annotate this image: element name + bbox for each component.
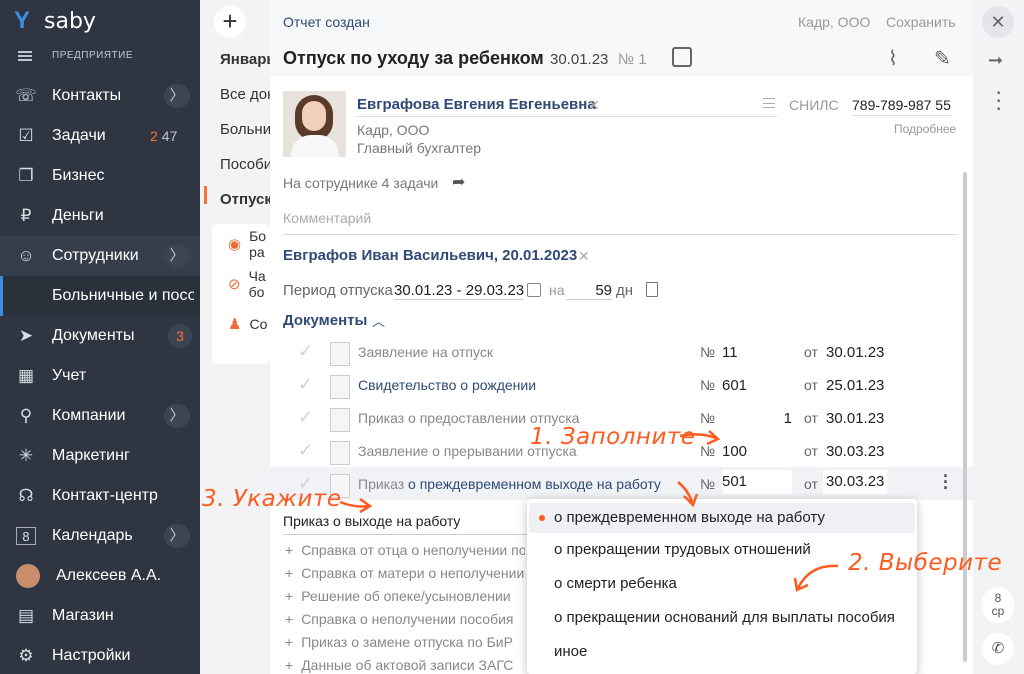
arrow-to-dropdown xyxy=(796,564,839,589)
annotation-arrows xyxy=(339,430,839,592)
arrow-to-type xyxy=(677,481,694,503)
arrow-to-number xyxy=(679,433,717,440)
